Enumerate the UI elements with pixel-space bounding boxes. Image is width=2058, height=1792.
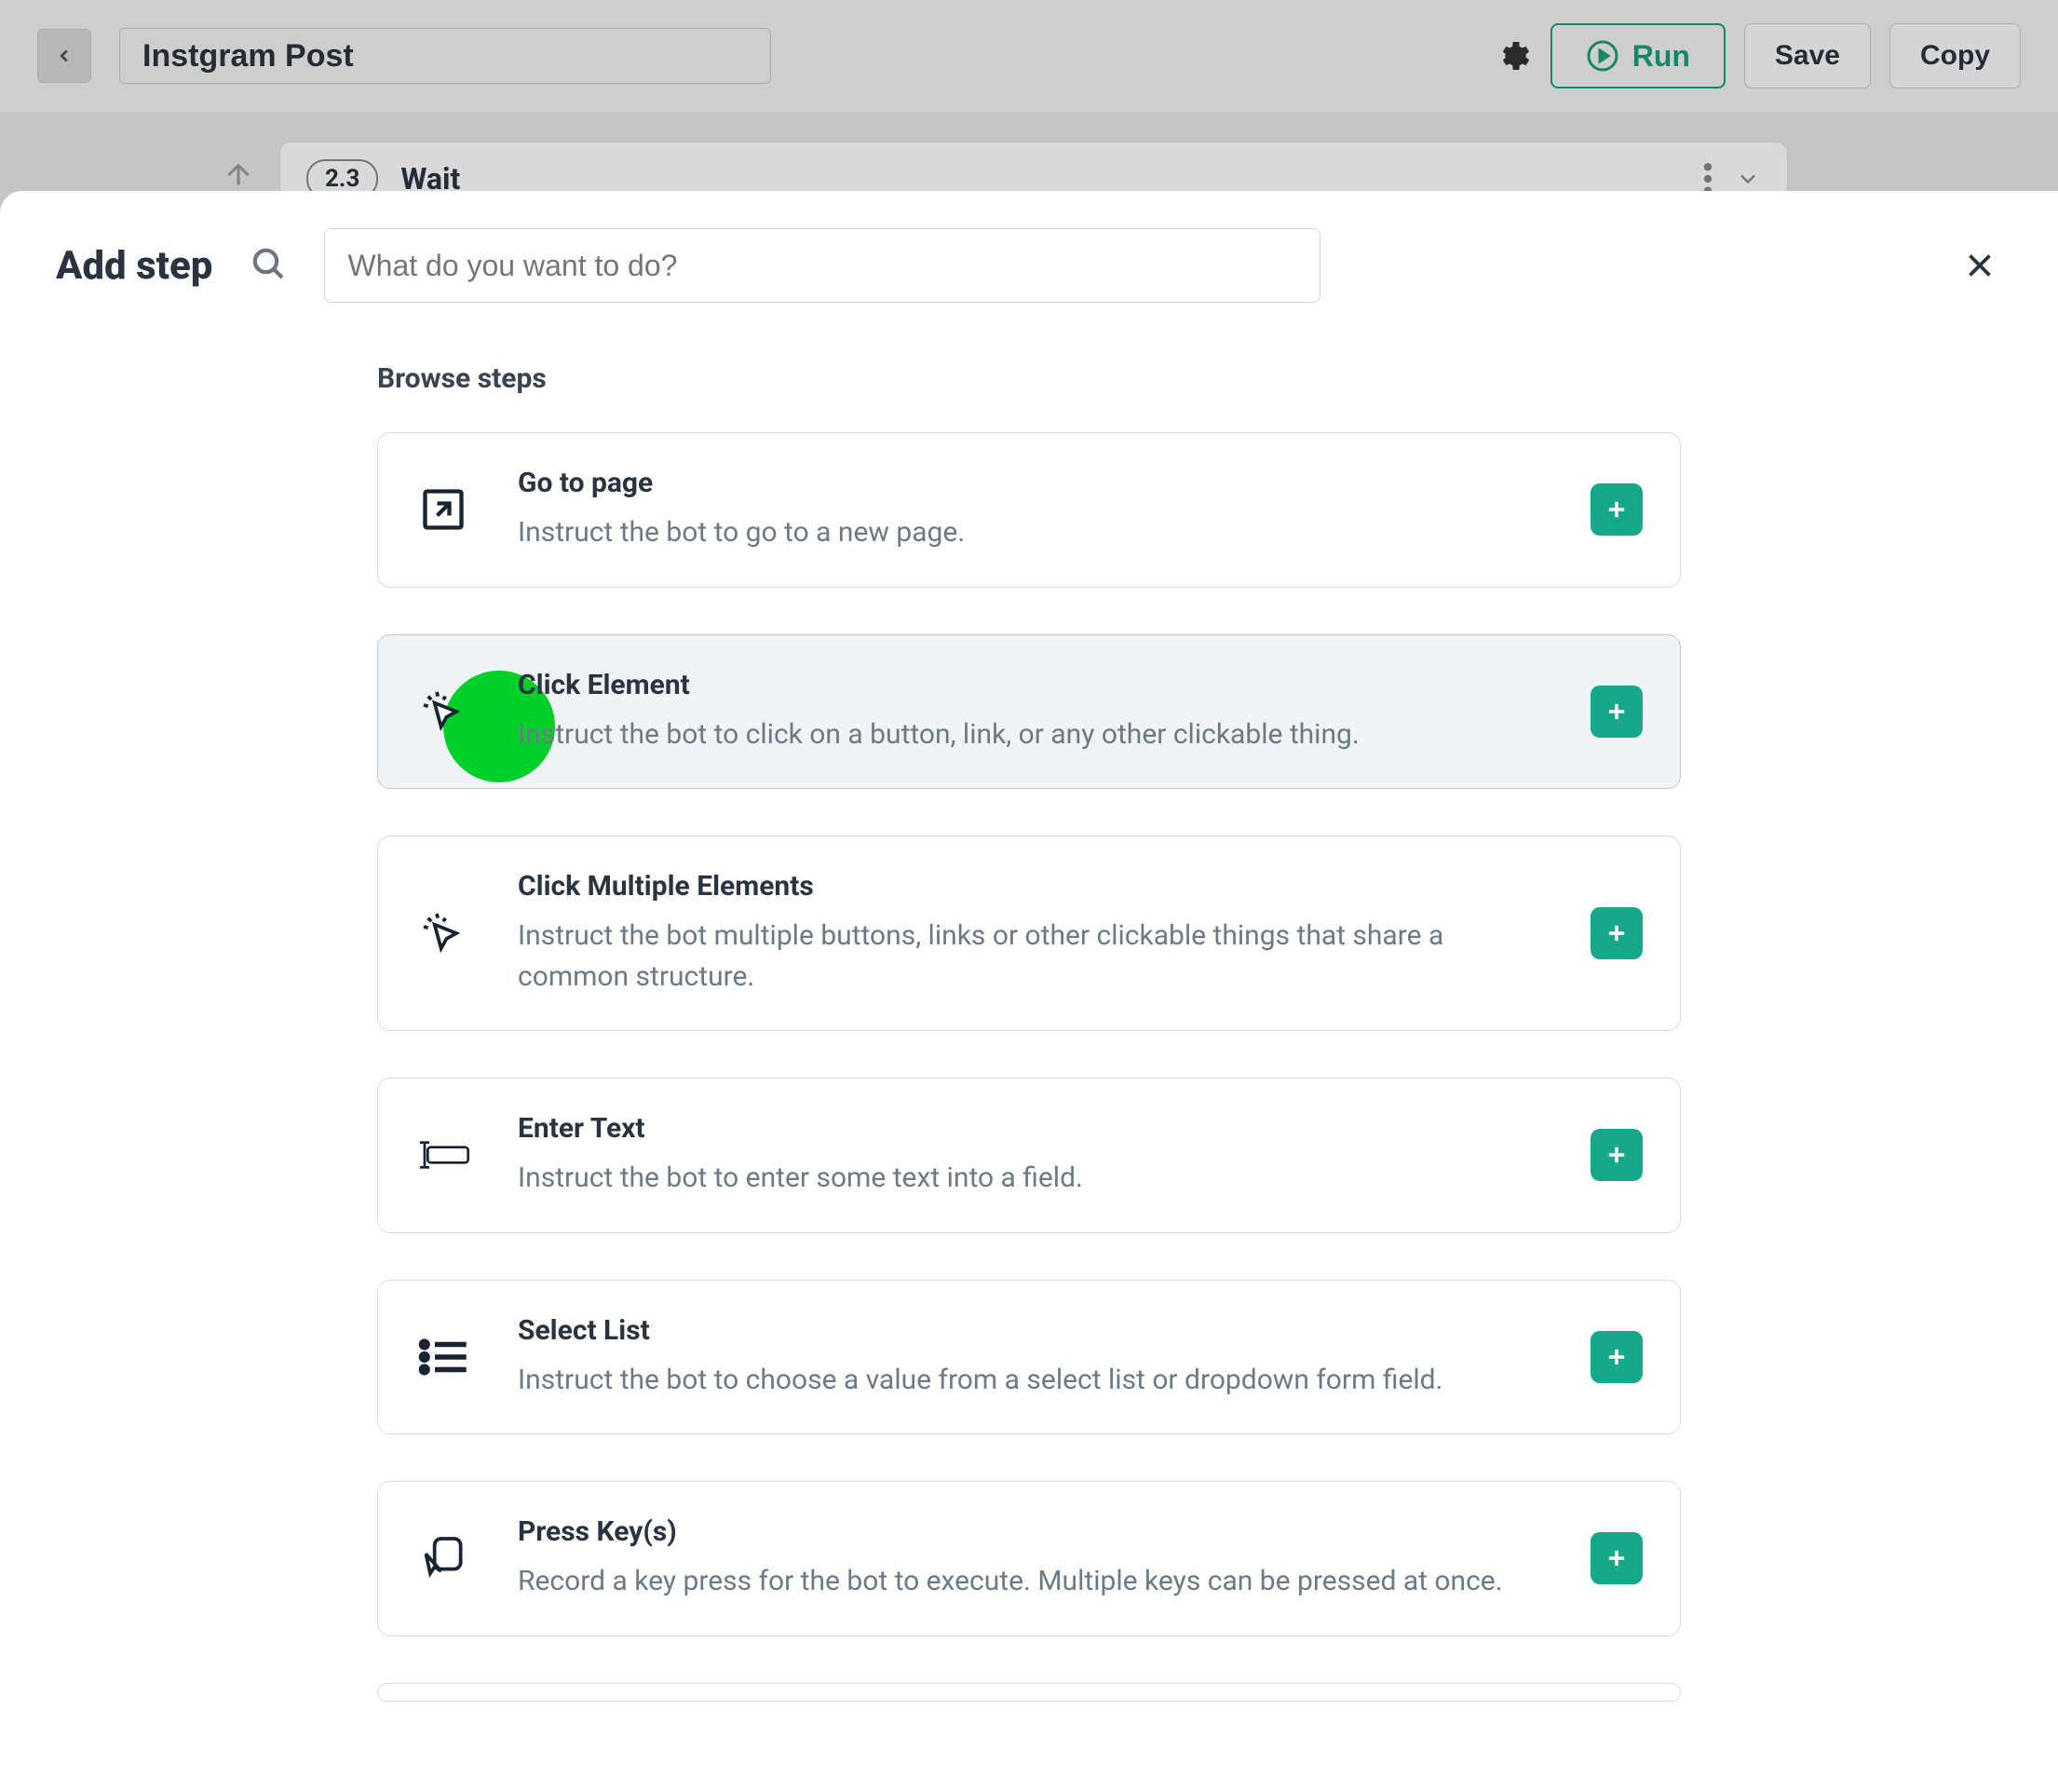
card-desc: Instruct the bot to choose a value from … — [518, 1360, 1544, 1401]
topbar-actions: Run Save Copy — [1491, 23, 2021, 88]
card-title: Go to page — [518, 467, 1544, 499]
play-circle-icon — [1586, 39, 1619, 73]
click-icon — [415, 686, 471, 738]
modal-header: Add step — [56, 228, 2002, 303]
step-card-click-multiple[interactable]: Click Multiple Elements Instruct the bot… — [377, 835, 1681, 1031]
copy-button[interactable]: Copy — [1889, 23, 2021, 88]
close-icon — [1963, 249, 1997, 282]
add-step-button[interactable] — [1591, 1331, 1643, 1383]
save-button[interactable]: Save — [1744, 23, 1871, 88]
card-text: Enter Text Instruct the bot to enter som… — [518, 1112, 1544, 1199]
step-card-click-element[interactable]: Click Element Instruct the bot to click … — [377, 634, 1681, 790]
plus-icon — [1604, 496, 1630, 523]
card-title: Click Element — [518, 669, 1544, 701]
plus-icon — [1604, 1344, 1630, 1370]
gear-icon — [1493, 37, 1530, 75]
arrow-up-icon — [222, 158, 255, 192]
add-step-button[interactable] — [1591, 1129, 1643, 1181]
search-icon — [250, 245, 287, 286]
run-button-label: Run — [1632, 39, 1690, 74]
browse-steps-label: Browse steps — [377, 362, 1681, 395]
card-desc: Instruct the bot to enter some text into… — [518, 1158, 1544, 1199]
keypress-icon — [415, 1532, 471, 1584]
card-text: Click Element Instruct the bot to click … — [518, 669, 1544, 755]
card-desc: Instruct the bot multiple buttons, links… — [518, 916, 1544, 997]
step-card-go-to-page[interactable]: Go to page Instruct the bot to go to a n… — [377, 432, 1681, 588]
more-vertical-icon[interactable] — [1703, 163, 1713, 195]
chevron-down-icon[interactable] — [1735, 166, 1761, 192]
add-step-button[interactable] — [1591, 483, 1643, 536]
add-step-button[interactable] — [1591, 907, 1643, 959]
plus-icon — [1604, 1142, 1630, 1168]
plus-icon — [1604, 699, 1630, 725]
step-card-partial[interactable] — [377, 1683, 1681, 1702]
card-title: Select List — [518, 1314, 1544, 1347]
card-desc: Instruct the bot to click on a button, l… — [518, 714, 1544, 755]
step-card-press-keys[interactable]: Press Key(s) Record a key press for the … — [377, 1481, 1681, 1636]
arrow-out-icon — [415, 485, 471, 534]
close-button[interactable] — [1957, 243, 2002, 288]
plus-icon — [1604, 1545, 1630, 1571]
chevron-left-icon — [54, 46, 74, 66]
workflow-title-input[interactable] — [119, 28, 771, 84]
card-title: Press Key(s) — [518, 1515, 1544, 1548]
card-title: Enter Text — [518, 1112, 1544, 1145]
step-card-enter-text[interactable]: Enter Text Instruct the bot to enter som… — [377, 1078, 1681, 1233]
card-text: Select List Instruct the bot to choose a… — [518, 1314, 1544, 1401]
card-title: Click Multiple Elements — [518, 870, 1544, 903]
topbar: Run Save Copy — [0, 0, 2058, 112]
card-desc: Record a key press for the bot to execut… — [518, 1561, 1544, 1602]
add-step-button[interactable] — [1591, 686, 1643, 738]
card-text: Go to page Instruct the bot to go to a n… — [518, 467, 1544, 553]
modal-title: Add step — [56, 243, 212, 289]
click-icon — [415, 907, 471, 959]
step-card-select-list[interactable]: Select List Instruct the bot to choose a… — [377, 1280, 1681, 1435]
card-text: Press Key(s) Record a key press for the … — [518, 1515, 1544, 1602]
card-desc: Instruct the bot to go to a new page. — [518, 512, 1544, 553]
settings-button[interactable] — [1491, 35, 1532, 76]
step-browse-column: Browse steps Go to page Instruct the bot… — [377, 362, 1681, 1702]
run-button[interactable]: Run — [1550, 23, 1726, 88]
add-step-button[interactable] — [1591, 1532, 1643, 1584]
card-text: Click Multiple Elements Instruct the bot… — [518, 870, 1544, 997]
back-button[interactable] — [37, 29, 91, 83]
plus-icon — [1604, 920, 1630, 946]
list-icon — [415, 1337, 471, 1378]
reorder-up-button[interactable] — [222, 158, 259, 196]
text-field-icon — [415, 1136, 471, 1174]
search-input[interactable] — [324, 228, 1320, 303]
add-step-modal: Add step Browse steps Go to page Instruc… — [0, 191, 2058, 1792]
step-row-actions — [1703, 163, 1761, 195]
